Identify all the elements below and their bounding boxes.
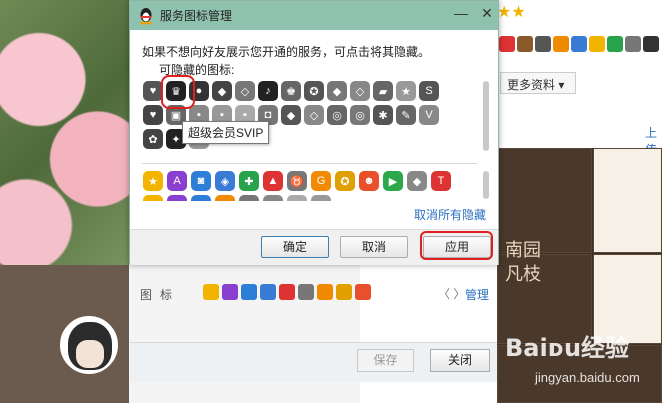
red-service-icon bbox=[279, 284, 295, 300]
photo-tile-text: 凡枝 bbox=[505, 264, 541, 285]
play-icon[interactable]: ▶ bbox=[383, 171, 403, 191]
more-info-button[interactable]: 更多资料 ▾ bbox=[500, 72, 576, 94]
save-button[interactable]: 保存 bbox=[357, 349, 414, 372]
gift-icon[interactable]: ✚ bbox=[239, 171, 259, 191]
selected-svip-highlight bbox=[161, 75, 195, 109]
orange-g-icon bbox=[317, 284, 333, 300]
flower-icon[interactable]: ✿ bbox=[143, 129, 163, 149]
app-icon[interactable]: A bbox=[167, 171, 187, 191]
diamond-icon[interactable]: ◇ bbox=[350, 81, 370, 101]
background-flower-photo bbox=[0, 0, 130, 265]
diamond-icon[interactable]: ◆ bbox=[327, 81, 347, 101]
dialog-title: 服务图标管理 bbox=[160, 9, 233, 23]
diamond-icon[interactable]: ◆ bbox=[281, 105, 301, 125]
icon-tooltip: 超级会员SVIP bbox=[182, 121, 270, 144]
crown-icon[interactable]: ♚ bbox=[281, 81, 301, 101]
qq-penguin-icon bbox=[138, 7, 154, 25]
dialog-titlebar[interactable]: 服务图标管理 — ✕ bbox=[130, 1, 498, 30]
service-icons-row bbox=[203, 284, 371, 300]
visible-icon-row: ★ A ◙ ◈ ✚ ▲ ♉ G ✪ ☻ ▶ ◆ T bbox=[143, 171, 451, 191]
minimize-icon[interactable]: — bbox=[454, 5, 468, 22]
superman-icon[interactable]: S bbox=[419, 81, 439, 101]
heart-icon[interactable]: ♥ bbox=[143, 105, 163, 125]
v-icon[interactable]: V bbox=[419, 105, 439, 125]
t-icon[interactable]: T bbox=[431, 171, 451, 191]
manage-link[interactable]: 管理 bbox=[465, 286, 489, 303]
red-service-icon[interactable]: ▲ bbox=[263, 171, 283, 191]
close-icon[interactable]: ✕ bbox=[480, 5, 494, 22]
grid-scrollbar[interactable] bbox=[483, 81, 489, 151]
diamond-icon[interactable]: ◆ bbox=[407, 171, 427, 191]
star-icon[interactable]: ★ bbox=[396, 81, 416, 101]
music-icon[interactable]: ♪ bbox=[258, 81, 278, 101]
service-icon-manager-dialog: 服务图标管理 — ✕ 如果不想向好友展示您开通的服务，可点击将其隐藏。 可隐藏的… bbox=[129, 0, 499, 265]
star-icon bbox=[203, 284, 219, 300]
cancel-all-hide-link[interactable]: 取消所有隐藏 bbox=[414, 206, 486, 223]
avatar[interactable] bbox=[60, 316, 118, 374]
photo-wall: 南园 凡枝 bbox=[497, 148, 662, 403]
pen-icon[interactable]: ✎ bbox=[396, 105, 416, 125]
section-separator bbox=[142, 163, 477, 164]
app-icon bbox=[222, 284, 238, 300]
diamond-icon[interactable]: ◇ bbox=[304, 105, 324, 125]
icon-nav-arrows[interactable]: 〈 〉 bbox=[438, 285, 465, 302]
ring-icon[interactable]: ◎ bbox=[350, 105, 370, 125]
ok-button[interactable]: 确定 bbox=[261, 236, 329, 258]
icons-label: 图标 bbox=[140, 288, 181, 302]
close-button[interactable]: 关闭 bbox=[430, 349, 490, 372]
car-icon[interactable]: ▰ bbox=[373, 81, 393, 101]
level-stars-icon: ★★ bbox=[497, 4, 526, 21]
gear-icon[interactable]: ✱ bbox=[373, 105, 393, 125]
badge-icon[interactable]: ✪ bbox=[304, 81, 324, 101]
character-icon bbox=[355, 284, 371, 300]
baidu-watermark-url: jingyan.baidu.com bbox=[535, 370, 640, 385]
apply-highlight bbox=[420, 231, 493, 260]
background-service-icons bbox=[499, 36, 659, 52]
star-icon[interactable]: ★ bbox=[143, 171, 163, 191]
cow-icon bbox=[298, 284, 314, 300]
game-icon bbox=[336, 284, 352, 300]
shield-icon bbox=[260, 284, 276, 300]
character-icon[interactable]: ☻ bbox=[359, 171, 379, 191]
camera-icon bbox=[241, 284, 257, 300]
ring-icon[interactable]: ◎ bbox=[327, 105, 347, 125]
visible-scrollbar[interactable] bbox=[483, 171, 489, 199]
cow-icon[interactable]: ♉ bbox=[287, 171, 307, 191]
camera-icon[interactable]: ◙ bbox=[191, 171, 211, 191]
diamond-icon[interactable]: ◇ bbox=[235, 81, 255, 101]
diamond-icon[interactable]: ◆ bbox=[212, 81, 232, 101]
photo-tile-text: 南园 bbox=[505, 240, 541, 261]
orange-g-icon[interactable]: G bbox=[311, 171, 331, 191]
baidu-watermark: Baiᴅu经验 bbox=[505, 334, 630, 362]
heart-icon[interactable]: ♥ bbox=[143, 81, 163, 101]
dialog-description: 如果不想向好友展示您开通的服务，可点击将其隐藏。 bbox=[142, 45, 431, 59]
shield-icon[interactable]: ◈ bbox=[215, 171, 235, 191]
visible-icon-row-partial bbox=[143, 195, 331, 201]
cancel-button[interactable]: 取消 bbox=[340, 236, 408, 258]
game-icon[interactable]: ✪ bbox=[335, 171, 355, 191]
